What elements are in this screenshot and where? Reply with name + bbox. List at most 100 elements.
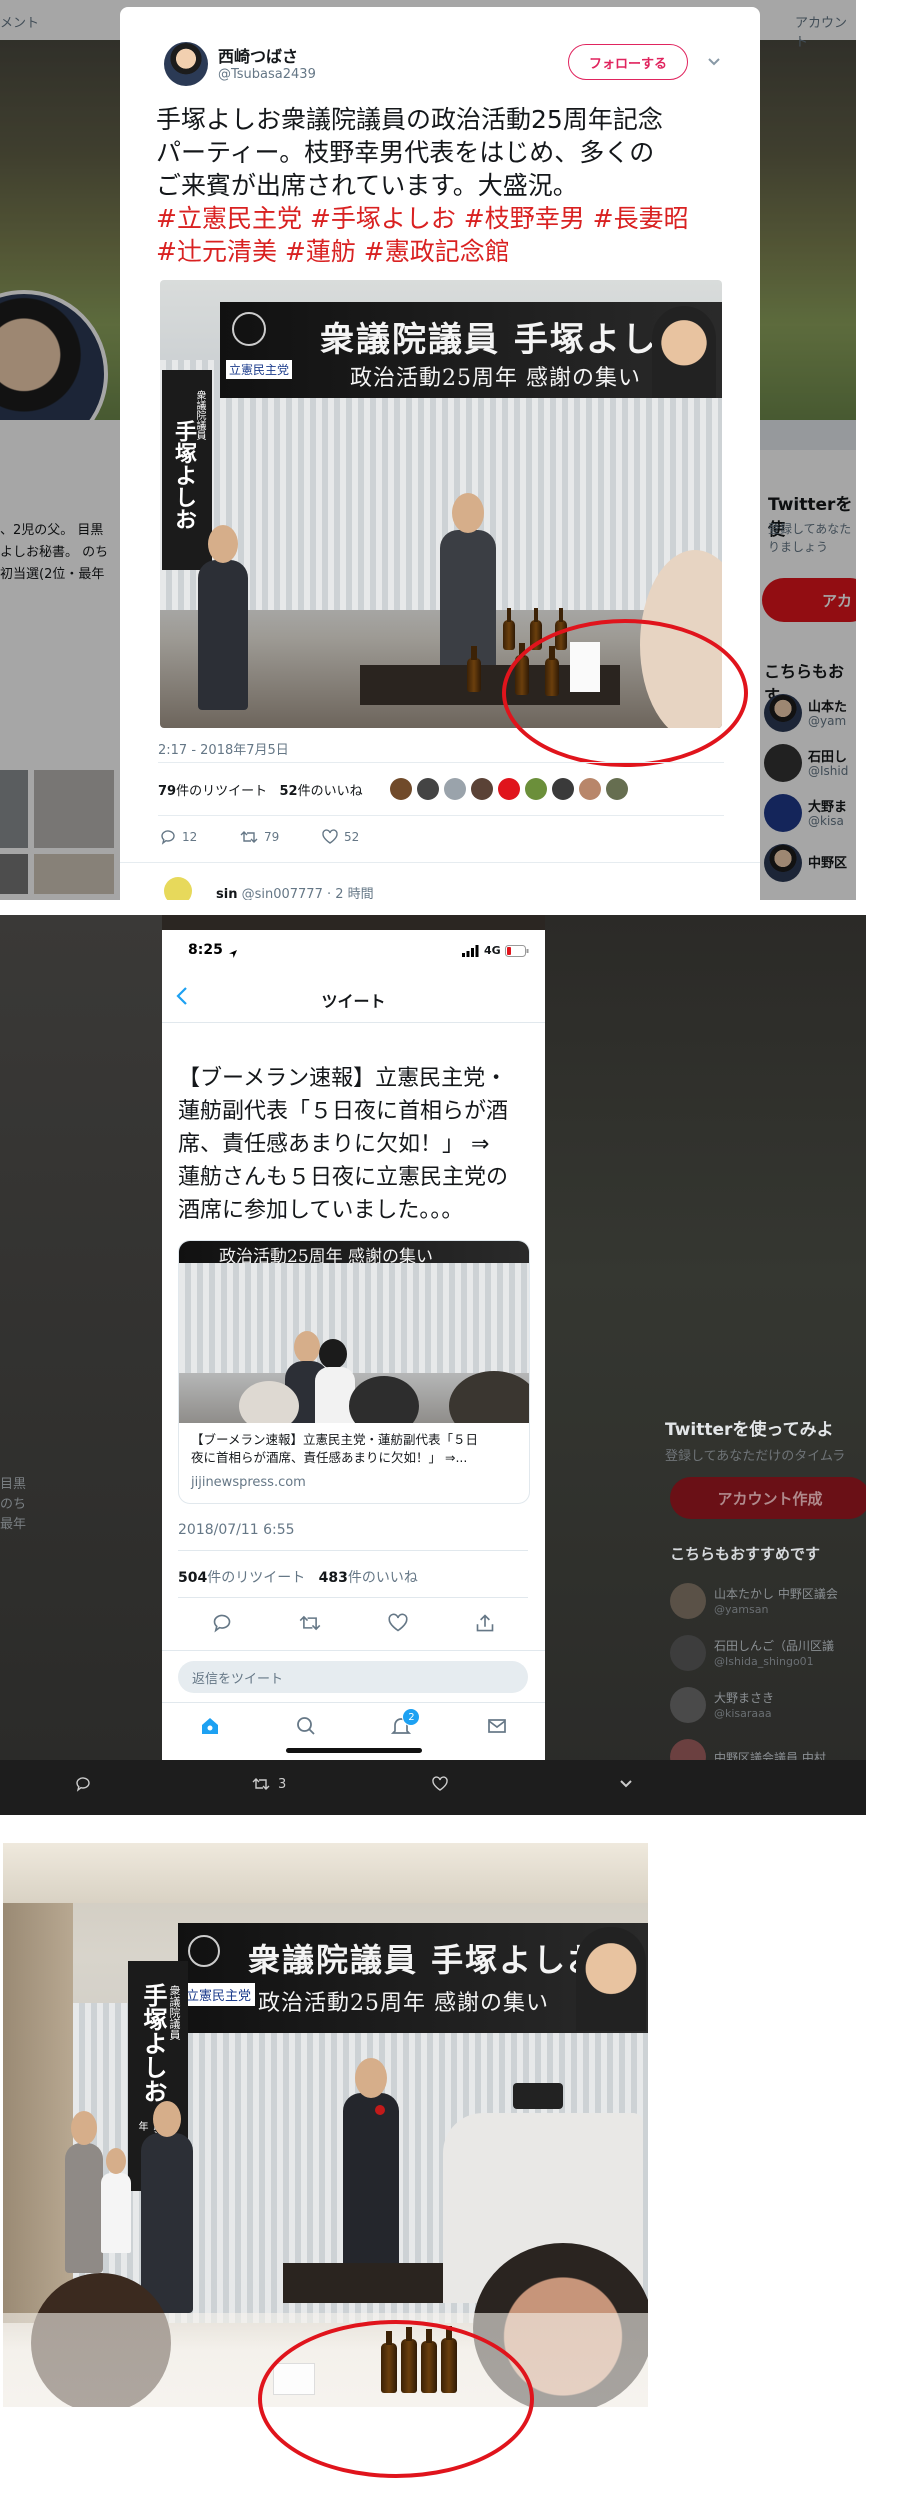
tweet-modal: 西崎つばさ @Tsubasa2439 フォローする 手塚よしお衆議院議員の政治活… xyxy=(120,7,760,900)
bg-user-handle: @yamsan xyxy=(714,1603,769,1616)
reply-handle[interactable]: @sin007777 · 2 時間 xyxy=(242,887,374,900)
retweet-icon xyxy=(240,831,258,843)
person-head xyxy=(319,1339,347,1369)
tweet-text-line: 蓮舫さんも５日夜に立憲民主党の xyxy=(178,1165,509,1190)
like-label[interactable]: 件のいいね xyxy=(348,1570,418,1586)
phone-screen: 8:25 4G ツイート 【ブーメラン速報】立憲民主党・ 蓮舫副代表「５日夜に首… xyxy=(162,930,545,1760)
speaker-head xyxy=(355,2058,387,2098)
status-icons: 4G xyxy=(462,944,529,957)
event-photo: 衆議院議員 手塚よしお 政治活動25周年 感謝の集い 立憲民主党 衆議院議員 手… xyxy=(3,1843,648,2407)
flag-text: 手塚よしお xyxy=(171,420,197,530)
like-action[interactable]: 52 xyxy=(322,829,359,845)
person-head xyxy=(153,2101,181,2137)
link-card-image: 政治活動25周年 感謝の集い xyxy=(179,1241,529,1423)
vertical-flag: 衆議院議員 手塚よしお xyxy=(162,370,212,570)
person xyxy=(315,1367,355,1423)
bg-user-handle: @kisaraaa xyxy=(714,1707,772,1720)
reply-icon[interactable] xyxy=(212,1613,232,1633)
mail-icon[interactable] xyxy=(486,1715,508,1737)
bg-action-bar: 3 xyxy=(0,1760,866,1815)
home-indicator[interactable] xyxy=(286,1748,422,1753)
beer-bottle xyxy=(503,608,515,650)
bg-user-name: 大野まさき xyxy=(714,1691,775,1705)
author-avatar[interactable] xyxy=(164,42,208,86)
retweet-icon[interactable] xyxy=(299,1613,321,1633)
home-icon[interactable] xyxy=(199,1715,221,1737)
follow-button[interactable]: フォローする xyxy=(568,44,688,80)
reply-author[interactable]: sin xyxy=(216,887,237,900)
bg-text: 最年 xyxy=(0,1517,27,1532)
card-text-line: 【ブーメラン速報】立憲民主党・蓮舫副代表「５日 xyxy=(191,1432,479,1447)
chevron-down-icon[interactable] xyxy=(705,52,723,70)
person xyxy=(198,560,248,710)
hashtag-line[interactable]: #立憲民主党 #手塚よしお #枝野幸男 #長妻昭 xyxy=(156,202,756,235)
reply-input[interactable]: 返信をツイート xyxy=(178,1661,528,1693)
tweet-timestamp[interactable]: 2:17 - 2018年7月5日 xyxy=(158,739,289,758)
divider xyxy=(178,1597,528,1598)
screen-title: ツイート xyxy=(321,992,386,1011)
avatar[interactable] xyxy=(444,778,466,800)
reply-action[interactable]: 12 xyxy=(160,829,197,845)
woman xyxy=(65,2143,103,2273)
event-banner: 衆議院議員 手塚よしお 政治活動25周年 感謝の集い 立憲民主党 xyxy=(178,1923,648,2033)
ceiling xyxy=(3,1843,648,1903)
divider xyxy=(158,762,724,763)
link-card[interactable]: 政治活動25周年 感謝の集い 【ブーメラン速報】立憲民主党・蓮舫副代表「５日 夜… xyxy=(178,1240,530,1504)
divider xyxy=(162,1702,545,1703)
party-logo-icon xyxy=(188,1935,220,1967)
tweet-hashtags[interactable]: #立憲民主党 #手塚よしお #枝野幸男 #長妻昭 #辻元清美 #蓮舫 #憲政記念… xyxy=(156,202,756,268)
author-handle[interactable]: @Tsubasa2439 xyxy=(218,67,316,82)
avatar[interactable] xyxy=(498,778,520,800)
tweet-text-line: パーティー。枝野幸男代表をはじめ、多くの xyxy=(156,138,655,167)
like-count[interactable]: 483 xyxy=(319,1570,348,1586)
card-banner: 政治活動25周年 感謝の集い xyxy=(179,1241,529,1267)
link-card-text: 【ブーメラン速報】立憲民主党・蓮舫副代表「５日 夜に首相らが酒席、責任感あまりに… xyxy=(191,1431,521,1467)
tweet-text: 【ブーメラン速報】立憲民主党・ 蓮舫副代表「５日夜に首相らが酒 席、責任感あまり… xyxy=(178,1062,538,1227)
like-count[interactable]: 52 xyxy=(280,784,298,799)
avatar[interactable] xyxy=(552,778,574,800)
tweet-timestamp: 2018/07/11 6:55 xyxy=(178,1522,295,1538)
avatar[interactable] xyxy=(606,778,628,800)
signal-icon xyxy=(462,944,479,957)
tab-bar: 2 xyxy=(162,1708,545,1744)
retweet-count[interactable]: 79 xyxy=(158,784,176,799)
retweet-label[interactable]: 件のリツイート xyxy=(207,1570,305,1586)
banner-subtitle: 政治活動25周年 感謝の集い xyxy=(350,366,641,391)
person-head xyxy=(106,2148,126,2174)
retweet-label[interactable]: 件のリツイート xyxy=(176,784,267,799)
bg-recommend-user: 山本たかし 中野区議会 @yamsan xyxy=(670,1583,866,1635)
retweet-count[interactable]: 504 xyxy=(178,1570,207,1586)
avatar[interactable] xyxy=(390,778,412,800)
curtain xyxy=(179,1263,529,1373)
reply-avatar[interactable] xyxy=(164,877,192,900)
bg-chevron-down-icon xyxy=(618,1778,634,1794)
divider xyxy=(120,862,760,863)
banner-title: 衆議院議員 手塚よしお xyxy=(320,320,694,360)
notifications-tab[interactable]: 2 xyxy=(390,1708,421,1737)
bg-retweet-count: 3 xyxy=(278,1776,287,1792)
banner-subtitle: 政治活動25周年 感謝の集い xyxy=(258,1991,549,2016)
search-icon[interactable] xyxy=(295,1715,317,1737)
tweet-actions xyxy=(178,1610,528,1636)
author-name[interactable]: 西崎つばさ xyxy=(218,43,298,67)
share-icon[interactable] xyxy=(475,1613,495,1633)
right-dim-area: Twitterを使ってみよ 登録してあなただけのタイムラ アカウント作成 こちら… xyxy=(545,915,866,1815)
avatar[interactable] xyxy=(525,778,547,800)
hashtag-line[interactable]: #辻元清美 #蓮舫 #憲政記念館 xyxy=(156,235,756,268)
bg-recommend-title: こちらもおすすめです xyxy=(670,1545,821,1563)
next-reply-header: sin @sin007777 · 2 時間 xyxy=(216,883,374,900)
retweet-action[interactable]: 79 xyxy=(240,829,279,845)
tweet-text: 手塚よしお衆議院議員の政治活動25周年記念 パーティー。枝野幸男代表をはじめ、多… xyxy=(156,103,756,202)
heart-icon[interactable] xyxy=(387,1613,408,1633)
phone-screenshot-section: 目黒 のち 最年 Twitterを使ってみよ 登録してあなただけのタイムラ アカ… xyxy=(0,915,866,1815)
avatar[interactable] xyxy=(579,778,601,800)
person-head xyxy=(294,1331,320,1363)
flag-text: 手塚よしお xyxy=(139,1983,168,2103)
avatar[interactable] xyxy=(471,778,493,800)
bg-heart-icon xyxy=(432,1776,448,1796)
liker-avatars xyxy=(390,778,633,804)
like-label[interactable]: 件のいいね xyxy=(298,784,363,799)
avatar[interactable] xyxy=(417,778,439,800)
audience-head xyxy=(449,1371,529,1423)
beer-bottle xyxy=(467,646,481,692)
